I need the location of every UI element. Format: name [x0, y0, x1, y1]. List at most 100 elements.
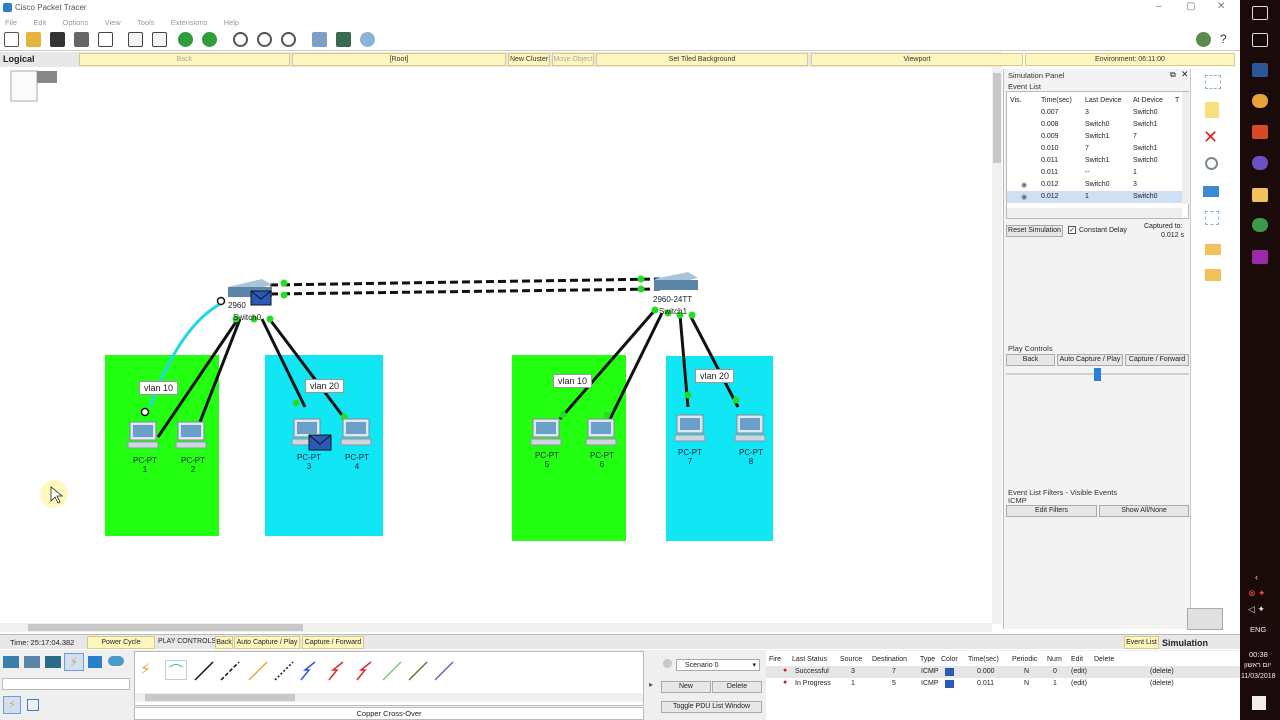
event-list-scrollbar[interactable]	[1182, 92, 1189, 204]
menu-extensions[interactable]: Extensions	[171, 18, 208, 27]
connections-subcategory-icon[interactable]: ⚡	[3, 696, 21, 714]
undock-icon[interactable]: ⧉	[1170, 70, 1176, 80]
notifications-icon[interactable]	[1252, 696, 1266, 710]
print-icon[interactable]	[74, 32, 89, 47]
zoom-out-icon[interactable]	[281, 32, 296, 47]
custom-devices-icon[interactable]	[336, 32, 351, 47]
simulation-mode-label[interactable]: Simulation	[1162, 638, 1208, 648]
help-icon[interactable]: ?	[1220, 32, 1227, 46]
simulation-mode-icon[interactable]	[1187, 608, 1223, 630]
event-row[interactable]: 0.011 Switch1 Switch0	[1007, 155, 1182, 167]
event-list-table[interactable]: Vis. Time(sec) Last Device At Device T 0…	[1006, 91, 1189, 219]
panel-expand-icon[interactable]: ▸	[649, 680, 653, 689]
workspace-horizontal-scrollbar[interactable]	[0, 623, 992, 632]
wan-emulation-category-icon[interactable]	[108, 656, 124, 666]
packet-tracer-taskbar-icon[interactable]	[1252, 218, 1268, 232]
activity-wizard-icon[interactable]	[98, 32, 113, 47]
power-cycle-devices-button[interactable]: Power Cycle Devices	[87, 636, 155, 657]
back-button[interactable]: Back	[215, 636, 233, 649]
close-icon[interactable]: ✕	[1217, 1, 1225, 12]
volume-icon[interactable]: ◁ ✦	[1248, 604, 1265, 615]
trunk-link-2[interactable]	[269, 287, 661, 296]
menu-options[interactable]: Options	[63, 18, 89, 27]
navigation-panel-icon[interactable]	[10, 70, 38, 102]
pdu-delete-link[interactable]: (delete)	[1150, 668, 1174, 675]
new-file-icon[interactable]	[4, 32, 19, 47]
constant-delay-checkbox[interactable]: ✓	[1068, 226, 1076, 234]
scenario-select[interactable]: Scenario 0 ▾	[676, 659, 760, 671]
language-indicator[interactable]: ENG	[1250, 625, 1266, 634]
save-icon[interactable]	[50, 32, 65, 47]
powerpoint-icon[interactable]	[1252, 125, 1268, 139]
switch1-icon[interactable]	[654, 272, 698, 290]
undo-icon[interactable]	[178, 32, 193, 47]
viewport-toggle-icon[interactable]	[37, 71, 57, 83]
app-icon[interactable]	[1252, 156, 1268, 170]
word-icon[interactable]	[1252, 63, 1268, 77]
menu-file[interactable]: File	[5, 18, 17, 27]
menu-view[interactable]: View	[105, 18, 121, 27]
event-row[interactable]: 0.007 3 Switch0	[1007, 107, 1182, 119]
auto-capture-play-button[interactable]: Auto Capture / Play	[1057, 354, 1123, 366]
delete-scenario-button[interactable]: Delete	[712, 681, 762, 693]
multiuser-icon[interactable]	[27, 699, 39, 711]
connection-list-scrollbar[interactable]	[135, 693, 643, 702]
connections-category-icon[interactable]: ⚡	[64, 653, 84, 671]
cable-icons[interactable]	[191, 658, 511, 684]
app-icon[interactable]	[1252, 250, 1268, 264]
zoom-in-icon[interactable]	[233, 32, 248, 47]
pdu-delete-link[interactable]: (delete)	[1150, 680, 1174, 687]
copy-icon[interactable]	[128, 32, 143, 47]
environment-time-button[interactable]: Environment: 06:11:00	[1025, 53, 1235, 66]
paste-icon[interactable]	[152, 32, 167, 47]
workspace-vertical-scrollbar[interactable]	[992, 67, 1002, 624]
event-list-button[interactable]: Event List	[1124, 636, 1159, 649]
event-row[interactable]: 0.010 7 Switch1	[1007, 143, 1182, 155]
tray-icons[interactable]: ⊗ ✦	[1248, 588, 1266, 599]
palette-icon[interactable]	[312, 32, 327, 47]
root-button[interactable]: [Root]	[292, 53, 506, 66]
simple-pdu-icon[interactable]	[1205, 244, 1221, 255]
pdu-edit-link[interactable]: (edit)	[1071, 668, 1087, 675]
pdu-row[interactable]: ● Successful 3 7 ICMP 0.000 N 0 (edit) (…	[766, 666, 1240, 678]
redo-icon[interactable]	[202, 32, 217, 47]
draw-rectangle-icon[interactable]	[1203, 186, 1219, 197]
maximize-icon[interactable]: ▢	[1186, 1, 1195, 12]
event-row-selected[interactable]: ◉ 0.012 1 Switch0	[1007, 191, 1182, 203]
pdu-edit-link[interactable]: (edit)	[1071, 680, 1087, 687]
back-button[interactable]: Back	[79, 53, 290, 66]
console-cable-icon[interactable]: ⌒	[165, 660, 187, 680]
play-speed-slider-handle[interactable]	[1094, 368, 1101, 381]
viewport-button[interactable]: Viewport	[811, 53, 1023, 66]
chrome-icon[interactable]	[1252, 94, 1268, 108]
capture-forward-button[interactable]: Capture / Forward	[1125, 354, 1189, 366]
new-cluster-button[interactable]: New Cluster	[508, 53, 550, 66]
hubs-category-icon[interactable]	[45, 656, 61, 668]
end-devices-category-icon[interactable]	[88, 656, 102, 668]
event-row[interactable]: ◉ 0.012 Switch0 3	[1007, 179, 1182, 191]
event-row[interactable]: 0.009 Switch1 7	[1007, 131, 1182, 143]
close-panel-icon[interactable]: ✕	[1181, 69, 1189, 80]
menu-help[interactable]: Help	[224, 18, 239, 27]
logical-workspace[interactable]: 2960 Switch0 2960-24TT Switch1 vlan 10 v…	[0, 67, 992, 624]
routers-category-icon[interactable]	[3, 656, 19, 668]
move-object-button[interactable]: Move Object	[552, 53, 594, 66]
back-button[interactable]: Back	[1006, 354, 1055, 366]
inspect-tool-icon[interactable]	[1205, 157, 1218, 170]
trunk-link-1[interactable]	[269, 277, 661, 287]
auto-connection-icon[interactable]: ⚡	[140, 660, 160, 680]
set-tiled-background-button[interactable]: Set Tiled Background	[596, 53, 808, 66]
delete-tool-icon[interactable]: ✕	[1203, 127, 1218, 148]
task-view-icon[interactable]	[1252, 6, 1268, 20]
capture-forward-button[interactable]: Capture / Forward	[302, 636, 364, 649]
note-tool-icon[interactable]	[1205, 102, 1219, 118]
open-folder-icon[interactable]	[26, 32, 41, 47]
pdu-row[interactable]: ● In Progress 1 5 ICMP 0.011 N 1 (edit) …	[766, 678, 1240, 690]
file-explorer-icon[interactable]	[1252, 188, 1268, 202]
select-tool-icon[interactable]	[1205, 75, 1221, 89]
minimize-icon[interactable]: –	[1156, 1, 1162, 12]
chevron-up-icon[interactable]: ‹	[1255, 572, 1258, 582]
edit-filters-button[interactable]: Edit Filters	[1006, 505, 1097, 517]
menu-tools[interactable]: Tools	[137, 18, 155, 27]
event-list-hscrollbar[interactable]	[1007, 208, 1182, 218]
